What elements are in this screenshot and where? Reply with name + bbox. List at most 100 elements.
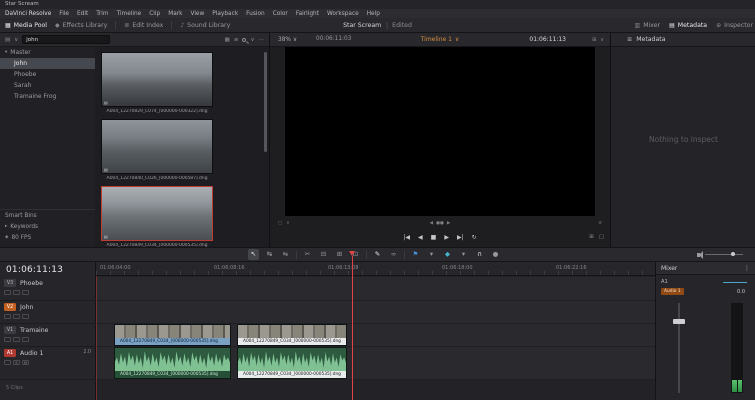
clip-thumbnail[interactable]: ▤ [101,52,213,107]
track-badge-target[interactable]: V2 [4,303,16,311]
flag-button[interactable]: ⚑ [410,249,421,260]
volume-slider[interactable] [705,252,743,256]
media-clip[interactable]: ▤ A004_12270840_C026_[000000-000587].dng [101,119,213,181]
menu-davinci-resolve[interactable]: DaVinci Resolve [5,11,51,17]
smart-bin-80fps[interactable]: ◈ 80 FPS [0,232,95,243]
video-clip[interactable]: A004_12270849_C034_[000000-000535].dng [114,324,231,346]
lock-icon[interactable] [4,314,11,319]
razor-tool-button[interactable]: ✂ [302,249,313,260]
inspector-button[interactable]: ⊕ Inspector [716,22,753,29]
track-lane-v3[interactable] [96,277,655,301]
mixer-button[interactable]: ▥ Mixer [635,22,661,29]
smart-bin-keywords[interactable]: ▸ Keywords [0,221,95,232]
menu-workspace[interactable]: Workspace [327,11,359,17]
marker-button[interactable]: ◆ [442,249,453,260]
track-name[interactable]: John [20,304,33,311]
chevron-down-icon[interactable]: ∨ [600,37,604,43]
track-header-v1[interactable]: V1 Tramaine [0,324,96,347]
viewer-options-icon[interactable]: ⊞ [592,37,596,43]
pen-tool-button[interactable]: ✎ [372,249,383,260]
audio-clip[interactable]: A004_12270849_C034_[000000-000535].dng [114,347,231,379]
shuttle-right-icon[interactable]: ▶ [447,221,450,226]
speaker-icon[interactable] [697,250,703,259]
link-clips-button[interactable]: ∞ [388,249,399,260]
clip-thumbnail[interactable]: ▤ [101,119,213,174]
expand-icon[interactable]: ▾ [5,50,7,55]
expand-viewer-icon[interactable]: ▢ [599,234,604,240]
list-view-icon[interactable]: ≡ [234,37,239,43]
metadata-button[interactable]: ▤ Metadata [669,22,707,29]
bus-assign-button[interactable]: Audio 1 [661,288,684,295]
menu-playback[interactable]: Playback [212,11,238,17]
menu-file[interactable]: File [59,11,69,17]
menu-view[interactable]: View [190,11,204,17]
lock-icon[interactable] [4,337,11,342]
video-clip-selected[interactable]: A004_12270849_C034_[000000-000535].dng [237,324,347,346]
track-name[interactable]: Audio 1 [20,350,44,357]
track-badge[interactable]: V3 [4,279,16,287]
step-back-button[interactable]: ◀ [418,234,423,241]
volume-knob[interactable] [731,252,735,256]
smart-bins-header[interactable]: Smart Bins [0,210,95,221]
more-options-icon[interactable]: ⋯ [259,37,265,43]
audio-clip-selected[interactable]: A004_12270849_C034_[000000-000535].dng [237,347,347,379]
viewer-mode-icon[interactable]: ▢ [278,221,282,226]
viewer-zoom-select[interactable]: 38% ∨ [278,33,297,46]
solo-button[interactable]: S [13,360,20,365]
menu-color[interactable]: Color [273,11,288,17]
enable-track-icon[interactable] [22,314,29,319]
media-pool-button[interactable]: ▦ Media Pool [5,22,47,29]
menu-fairlight[interactable]: Fairlight [296,11,319,17]
overwrite-clip-button[interactable]: ⊞ [334,249,345,260]
mute-button[interactable]: M [22,360,29,365]
media-clip-selected[interactable]: ▤ A004_12270849_C034_[000000-000535].dng [101,186,213,248]
center-playhead-button[interactable]: ● [490,249,501,260]
marker-chevron-icon[interactable]: ▾ [458,249,469,260]
track-header-a1[interactable]: A1 Audio 1 2.0 S M [0,347,96,380]
search-input[interactable] [22,35,111,44]
edit-index-button[interactable]: ≣ Edit Index [124,22,163,29]
menu-help[interactable]: Help [367,11,380,17]
bin-tramaine-frog[interactable]: Tramaine Frog [0,91,95,102]
video-canvas[interactable] [285,47,595,216]
timeline-ruler[interactable]: 01:06:04:00 01:06:08:16 01:06:13:08 01:0… [96,262,655,276]
grab-still-icon[interactable]: ⊞ [589,234,594,240]
play-button[interactable]: ▶ [444,234,449,241]
insert-clip-button[interactable]: ⊟ [318,249,329,260]
timeline-select[interactable]: Timeline 1 ∨ [421,33,460,46]
auto-select-icon[interactable] [13,314,20,319]
go-to-end-button[interactable]: ▶| [457,234,464,241]
shuttle-dots-icon[interactable]: ●● [436,221,444,226]
playhead-handle[interactable] [349,251,355,256]
bin-sarah[interactable]: Sarah [0,80,95,91]
menu-mark[interactable]: Mark [168,11,182,17]
bin-phoebe[interactable]: Phoebe [0,69,95,80]
playhead-line[interactable] [352,256,353,400]
selection-tool-button[interactable]: ↖ [248,249,259,260]
menu-trim[interactable]: Trim [96,11,108,17]
lock-icon[interactable] [4,360,11,365]
shuttle-left-icon[interactable]: ◀ [430,221,433,226]
scrollbar[interactable] [264,52,267,152]
menu-timeline[interactable]: Timeline [117,11,142,17]
lock-icon[interactable] [4,290,11,295]
trim-edit-tool-button[interactable]: ↹ [264,249,275,260]
loop-button[interactable]: ↻ [472,234,477,241]
sort-chevron-icon[interactable]: ∨ [250,37,254,43]
effects-library-button[interactable]: ◆ Effects Library [55,22,107,29]
track-header-v3[interactable]: V3 Phoebe [0,277,96,301]
track-name[interactable]: Tramaine [20,327,48,334]
stop-button[interactable]: ■ [431,234,437,241]
collapse-icon[interactable]: ▸ [5,224,7,229]
search-icon[interactable] [242,37,247,42]
mixer-options-icon[interactable]: ⋮ [744,265,750,272]
track-badge[interactable]: V1 [4,326,16,334]
menu-clip[interactable]: Clip [149,11,160,17]
go-to-start-button[interactable]: |◀ [403,234,410,241]
track-lane-v2[interactable] [96,301,655,324]
chevron-down-icon[interactable]: ∨ [14,37,18,43]
shuttle-control[interactable]: ◀ ●● ▶ [430,218,451,229]
track-name[interactable]: Phoebe [20,280,43,287]
media-clip[interactable]: ▤ A004_12270829_C074_[000000-000322].dng [101,52,213,114]
chevron-down-icon[interactable]: ∨ [286,221,289,226]
